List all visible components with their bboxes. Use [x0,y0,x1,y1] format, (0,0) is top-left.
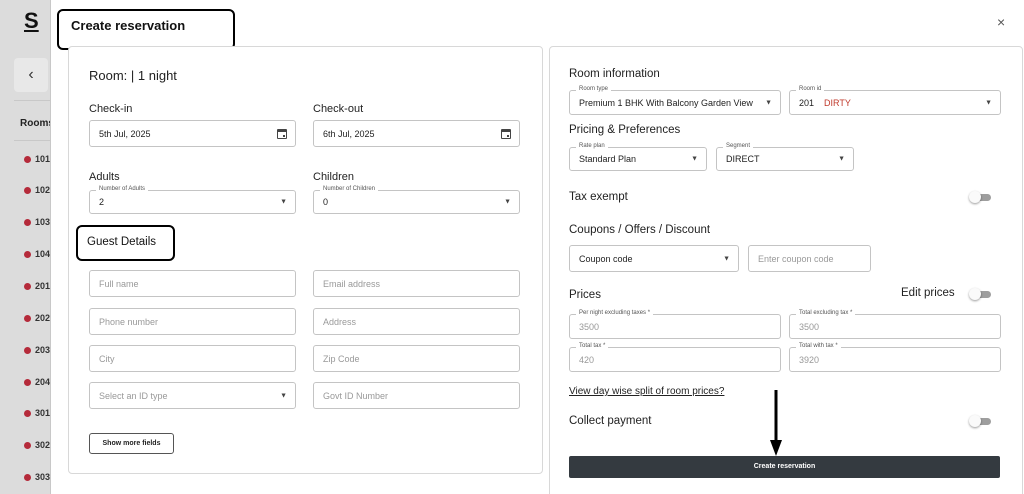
room-row[interactable]: 301 [24,408,50,418]
status-dot-icon [24,282,31,290]
zip-code-input[interactable]: Zip Code [313,345,520,372]
city-input[interactable]: City [89,345,296,372]
day-wise-split-link[interactable]: View day wise split of room prices? [569,386,724,397]
adults-field-label: Number of Adults [96,186,149,192]
room-row[interactable]: 104 [24,249,50,259]
children-field-label: Number of Children [320,186,379,192]
room-row[interactable]: 103 [24,217,50,227]
room-id-select[interactable]: Room id 201 DIRTY ▼ [789,86,1001,115]
total-tax-label: Total tax * [576,343,609,349]
close-icon[interactable]: × [997,14,1005,30]
create-reservation-modal: Create reservation × Room: | 1 night Che… [50,0,1024,494]
collect-payment-toggle[interactable] [969,415,991,427]
chevron-down-icon: ▼ [985,99,992,106]
status-dot-icon [24,346,31,354]
per-night-price-field[interactable]: Per night excluding taxes * 3500 [569,310,781,339]
segment-select[interactable]: Segment DIRECT ▼ [716,143,854,171]
status-dot-icon [24,250,31,258]
edit-prices-toggle[interactable] [969,288,991,300]
room-row[interactable]: 102 [24,185,50,195]
status-dot-icon [24,314,31,322]
calendar-icon[interactable] [277,128,287,139]
total-tax-field[interactable]: Total tax * 420 [569,343,781,372]
create-reservation-button[interactable]: Create reservation [569,456,1000,478]
room-row[interactable]: 203 [24,345,50,355]
checkout-date-field[interactable]: 6th Jul, 2025 [313,120,520,147]
adults-select[interactable]: Number of Adults 2 ▼ [89,186,296,214]
chevron-down-icon: ▼ [838,155,845,163]
room-row[interactable]: 303 [24,472,50,482]
edit-prices-label: Edit prices [901,287,955,299]
email-input[interactable]: Email address [313,270,520,297]
app-logo[interactable]: S [24,8,39,34]
total-excluding-label: Total excluding tax * [796,310,856,316]
room-row[interactable]: 101 [24,154,50,164]
prices-title: Prices [569,289,601,301]
segment-label: Segment [723,143,754,149]
status-dot-icon [24,441,31,449]
annotation-arrow-icon [770,390,782,456]
status-dot-icon [24,409,31,417]
chevron-down-icon: ▼ [280,198,287,206]
address-input[interactable]: Address [313,308,520,335]
room-id-label: Room id [796,86,825,92]
total-with-tax-field[interactable]: Total with tax * 3920 [789,343,1001,372]
room-heading: Room: | 1 night [89,68,177,83]
total-excluding-tax-field[interactable]: Total excluding tax * 3500 [789,310,1001,339]
chevron-down-icon: ▼ [765,99,772,106]
checkout-label: Check-out [313,103,364,115]
modal-title: Create reservation [57,9,235,50]
coupons-title: Coupons / Offers / Discount [569,224,711,236]
adults-label: Adults [89,171,120,183]
back-arrow-icon[interactable]: ‹ [14,58,48,92]
room-row[interactable]: 202 [24,313,50,323]
chevron-down-icon: ▼ [504,198,511,206]
status-dot-icon [24,155,31,163]
room-status-badge: DIRTY [824,97,851,108]
full-name-input[interactable]: Full name [89,270,296,297]
coupon-code-input[interactable]: Enter coupon code [748,245,871,272]
total-with-tax-label: Total with tax * [796,343,841,349]
room-row[interactable]: 201 [24,281,50,291]
chevron-down-icon: ▼ [280,392,287,399]
tax-exempt-label: Tax exempt [569,191,628,203]
status-dot-icon [24,186,31,194]
show-more-fields-button[interactable]: Show more fields [89,433,174,454]
room-row[interactable]: 302 [24,440,50,450]
room-row[interactable]: 204 [24,377,50,387]
checkin-label: Check-in [89,103,133,115]
room-type-select[interactable]: Room type Premium 1 BHK With Balcony Gar… [569,86,781,115]
status-dot-icon [24,218,31,226]
chevron-down-icon: ▼ [691,155,698,163]
room-information-title: Room information [569,68,660,80]
room-type-label: Room type [576,86,612,92]
tax-exempt-toggle[interactable] [969,191,991,203]
phone-input[interactable]: Phone number [89,308,296,335]
rate-plan-label: Rate plan [576,143,608,149]
per-night-label: Per night excluding taxes * [576,310,654,316]
rooms-column-header: Rooms [20,118,54,129]
id-type-select[interactable]: Select an ID type ▼ [89,382,296,409]
children-select[interactable]: Number of Children 0 ▼ [313,186,520,214]
pricing-preferences-title: Pricing & Preferences [569,124,681,136]
status-dot-icon [24,473,31,481]
status-dot-icon [24,378,31,386]
calendar-icon[interactable] [501,128,511,139]
children-label: Children [313,171,354,183]
govt-id-input[interactable]: Govt ID Number [313,382,520,409]
checkin-date-field[interactable]: 5th Jul, 2025 [89,120,296,147]
rate-plan-select[interactable]: Rate plan Standard Plan ▼ [569,143,707,171]
collect-payment-label: Collect payment [569,415,652,427]
guest-details-title: Guest Details [76,225,175,261]
chevron-down-icon: ▼ [723,255,730,262]
coupon-code-select[interactable]: Coupon code ▼ [569,245,739,272]
